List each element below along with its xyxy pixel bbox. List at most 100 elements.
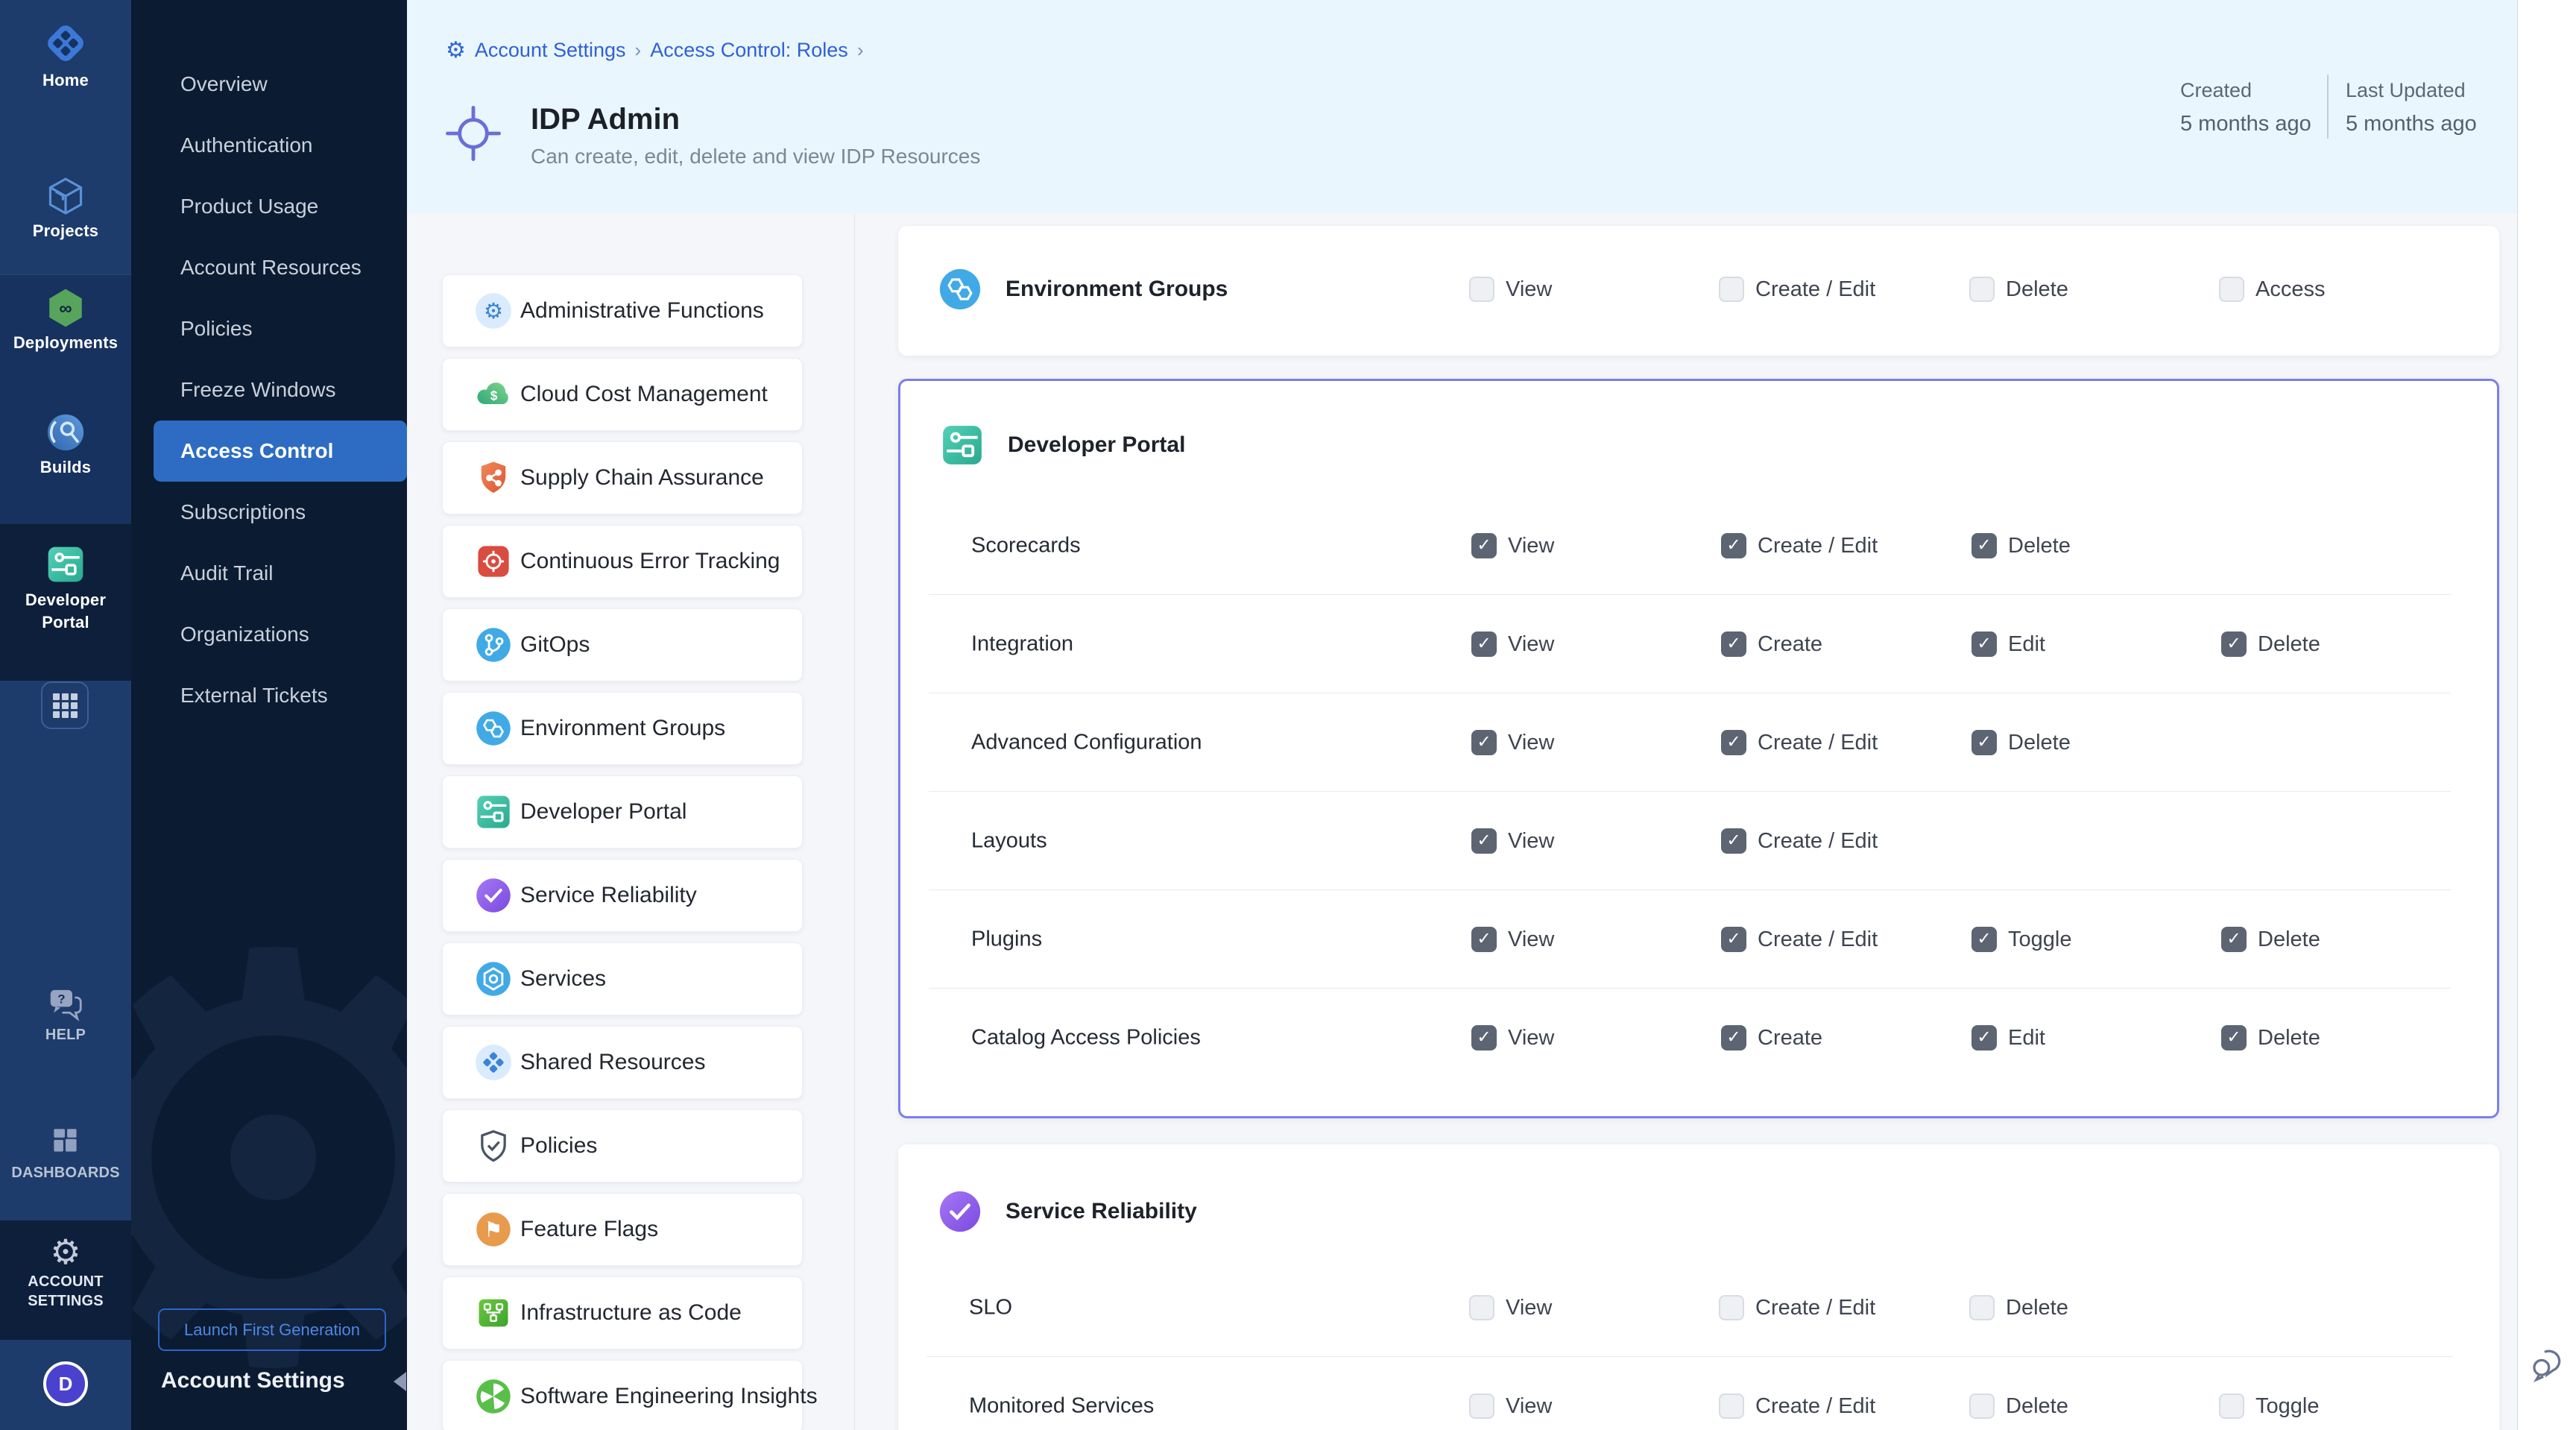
permission-create-edit[interactable]: Create / Edit: [1719, 1393, 1875, 1419]
sidebar-item[interactable]: Audit Trail: [131, 543, 407, 604]
permission-delete[interactable]: Delete: [1972, 533, 2071, 558]
permission-create-edit[interactable]: Create / Edit: [1721, 927, 1878, 952]
nav-account-settings[interactable]: ⚙ ACCOUNT SETTINGS: [0, 1235, 131, 1311]
checkbox-icon[interactable]: [1471, 631, 1497, 657]
resource-card[interactable]: Developer Portal: [442, 775, 803, 848]
sidebar-item[interactable]: Freeze Windows: [131, 359, 407, 421]
checkbox-icon[interactable]: [1469, 1295, 1494, 1320]
permission-create-edit[interactable]: Create / Edit: [1721, 533, 1878, 558]
permission-delete[interactable]: Delete: [2221, 1025, 2320, 1051]
checkbox-icon[interactable]: [1721, 828, 1746, 854]
checkbox-icon[interactable]: [1469, 1393, 1494, 1419]
resource-card[interactable]: Environment Groups: [442, 692, 803, 765]
checkbox-icon[interactable]: [1972, 1025, 1997, 1051]
permission-view[interactable]: View: [1471, 1025, 1554, 1051]
checkbox-icon[interactable]: [1972, 927, 1997, 952]
checkbox-icon[interactable]: [1471, 730, 1497, 755]
permission-section[interactable]: Developer Portal Scorecards View Create …: [898, 379, 2499, 1118]
permission-create-edit[interactable]: Create / Edit: [1721, 730, 1878, 755]
sidebar-item[interactable]: Product Usage: [131, 176, 407, 237]
permission-section[interactable]: Environment Groups View Create / Edit De…: [898, 226, 2499, 356]
permission-create[interactable]: Create: [1721, 631, 1822, 657]
permission-delete[interactable]: Delete: [1969, 1393, 2068, 1419]
checkbox-icon[interactable]: [1721, 1025, 1746, 1051]
permission-view[interactable]: View: [1469, 277, 1552, 302]
checkbox-icon[interactable]: [2221, 1025, 2247, 1051]
sidebar-item[interactable]: Overview: [131, 54, 407, 115]
permission-toggle[interactable]: Toggle: [1972, 927, 2071, 952]
launch-first-generation-button[interactable]: Launch First Generation: [158, 1308, 386, 1351]
resource-card[interactable]: Services: [442, 942, 803, 1015]
sidebar-item[interactable]: Access Control: [154, 421, 407, 482]
checkbox-icon[interactable]: [1969, 1393, 1995, 1419]
resource-card[interactable]: Software Engineering Insights: [442, 1360, 803, 1430]
permission-create-edit[interactable]: Create / Edit: [1719, 277, 1875, 302]
permission-delete[interactable]: Delete: [2221, 631, 2320, 657]
breadcrumb-access-control-roles[interactable]: Access Control: Roles: [650, 39, 848, 62]
resource-card[interactable]: ⚙ Administrative Functions: [442, 274, 803, 347]
checkbox-icon[interactable]: [1719, 1295, 1744, 1320]
permission-section[interactable]: Service Reliability SLO View Create / Ed…: [898, 1144, 2499, 1430]
checkbox-icon[interactable]: [1969, 1295, 1995, 1320]
permission-create[interactable]: Create: [1721, 1025, 1822, 1051]
checkbox-icon[interactable]: [2219, 1393, 2244, 1419]
permission-view[interactable]: View: [1471, 927, 1554, 952]
checkbox-icon[interactable]: [1721, 533, 1746, 558]
sidebar-item[interactable]: Account Resources: [131, 237, 407, 298]
checkbox-icon[interactable]: [1471, 1025, 1497, 1051]
checkbox-icon[interactable]: [1471, 927, 1497, 952]
permission-create-edit[interactable]: Create / Edit: [1719, 1295, 1875, 1320]
permission-edit[interactable]: Edit: [1972, 631, 2045, 657]
permission-view[interactable]: View: [1469, 1393, 1552, 1419]
checkbox-icon[interactable]: [1969, 277, 1995, 302]
permission-edit[interactable]: Edit: [1972, 1025, 2045, 1051]
checkbox-icon[interactable]: [2219, 277, 2244, 302]
checkbox-icon[interactable]: [1972, 631, 1997, 657]
checkbox-icon[interactable]: [1721, 927, 1746, 952]
nav-developer-portal[interactable]: Developer Portal: [0, 544, 131, 634]
permission-view[interactable]: View: [1471, 533, 1554, 558]
checkbox-icon[interactable]: [1972, 533, 1997, 558]
breadcrumb-account-settings[interactable]: Account Settings: [475, 39, 626, 62]
resource-card[interactable]: Shared Resources: [442, 1026, 803, 1099]
sidebar-item[interactable]: External Tickets: [131, 665, 407, 726]
checkbox-icon[interactable]: [1469, 277, 1494, 302]
resource-card[interactable]: $ Cloud Cost Management: [442, 358, 803, 431]
resource-card[interactable]: Continuous Error Tracking: [442, 525, 803, 598]
nav-deployments[interactable]: ∞ Deployments: [0, 286, 131, 353]
nav-projects[interactable]: Projects: [0, 174, 131, 241]
permission-view[interactable]: View: [1469, 1295, 1552, 1320]
sidebar-item[interactable]: Policies: [131, 298, 407, 359]
checkbox-icon[interactable]: [1471, 828, 1497, 854]
checkbox-icon[interactable]: [2221, 927, 2247, 952]
resource-card[interactable]: Infrastructure as Code: [442, 1276, 803, 1349]
permission-view[interactable]: View: [1471, 730, 1554, 755]
checkbox-icon[interactable]: [1719, 277, 1744, 302]
resource-card[interactable]: Service Reliability: [442, 859, 803, 932]
sidebar-collapse-arrow-icon[interactable]: [394, 1372, 406, 1391]
nav-home[interactable]: Home: [0, 19, 131, 90]
user-avatar[interactable]: D: [43, 1361, 88, 1406]
resource-card[interactable]: Supply Chain Assurance: [442, 441, 803, 514]
resource-card[interactable]: Policies: [442, 1109, 803, 1182]
checkbox-icon[interactable]: [1719, 1393, 1744, 1419]
checkbox-icon[interactable]: [1721, 631, 1746, 657]
nav-help[interactable]: ? HELP: [0, 986, 131, 1044]
permission-access[interactable]: Access: [2219, 277, 2325, 302]
permission-delete[interactable]: Delete: [2221, 927, 2320, 952]
checkbox-icon[interactable]: [2221, 631, 2247, 657]
checkbox-icon[interactable]: [1471, 533, 1497, 558]
permission-toggle[interactable]: Toggle: [2219, 1393, 2319, 1419]
module-selector-button[interactable]: [41, 681, 89, 729]
checkbox-icon[interactable]: [1972, 730, 1997, 755]
permission-delete[interactable]: Delete: [1969, 1295, 2068, 1320]
permission-create-edit[interactable]: Create / Edit: [1721, 828, 1878, 854]
permission-view[interactable]: View: [1471, 631, 1554, 657]
resource-card[interactable]: GitOps: [442, 608, 803, 681]
permission-view[interactable]: View: [1471, 828, 1554, 854]
nav-builds[interactable]: Builds: [0, 411, 131, 477]
nav-dashboards[interactable]: DASHBOARDS: [0, 1125, 131, 1182]
sidebar-item[interactable]: Organizations: [131, 604, 407, 665]
support-chat-icon[interactable]: [2530, 1339, 2572, 1382]
sidebar-item[interactable]: Subscriptions: [131, 482, 407, 543]
